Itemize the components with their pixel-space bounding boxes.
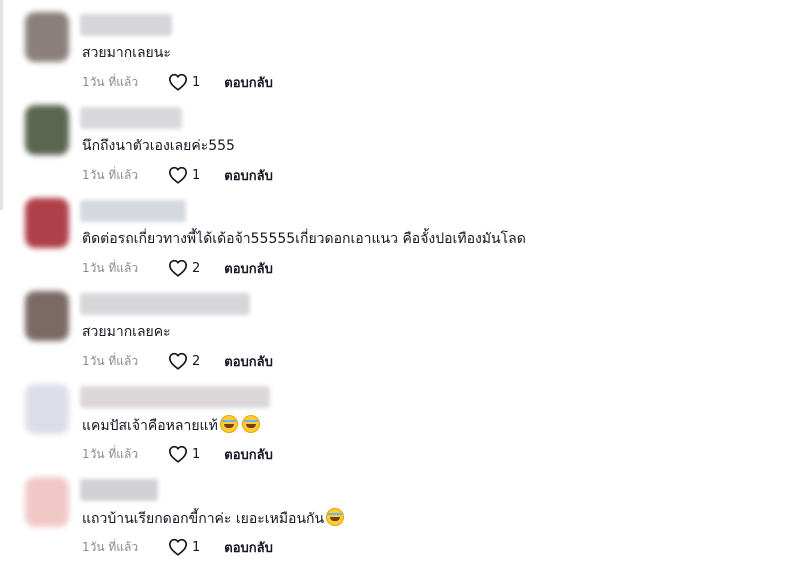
username-blurred[interactable]	[80, 479, 158, 501]
comment-timestamp: 1วัน ที่แล้ว	[82, 446, 139, 461]
comment-text-content: สวยมากเลยคะ	[82, 324, 171, 340]
like-count: 2	[192, 353, 201, 369]
username-blurred[interactable]	[80, 14, 172, 36]
comment-item: ติดต่อรถเกี่ยวทางพี้ได้เด้อจ้า55555เกี่ย…	[0, 196, 800, 289]
avatar[interactable]	[25, 477, 69, 527]
like-button[interactable]: 2	[168, 352, 200, 370]
comment-timestamp: 1วัน ที่แล้ว	[82, 167, 139, 182]
avatar[interactable]	[25, 291, 69, 341]
heart-icon	[169, 445, 187, 463]
avatar[interactable]	[25, 198, 69, 248]
tears-of-joy-emoji-icon	[326, 508, 345, 526]
comment-item: สวยมากเลยคะ 1วัน ที่แล้ว 2 ตอบกลับ	[0, 289, 800, 382]
comment-timestamp: 1วัน ที่แล้ว	[82, 353, 139, 368]
reply-button[interactable]: ตอบกลับ	[224, 537, 273, 558]
comment-text: ติดต่อรถเกี่ยวทางพี้ได้เด้อจ้า55555เกี่ย…	[82, 229, 526, 249]
like-button[interactable]: 1	[168, 538, 200, 556]
like-button[interactable]: 1	[168, 166, 200, 184]
comment-item: แคมปัสเจ้าคือหลายแท้ 1วัน ที่แล้ว 1 ตอบก…	[0, 382, 800, 475]
tears-of-joy-emoji-icon	[241, 415, 260, 433]
reply-button[interactable]: ตอบกลับ	[224, 72, 273, 93]
comment-text-content: แถวบ้านเรียกดอกขี้กาค่ะ เยอะเหมือนกัน	[82, 511, 325, 527]
like-button[interactable]: 1	[168, 445, 200, 463]
username-blurred[interactable]	[80, 293, 250, 315]
heart-icon	[169, 166, 187, 184]
comment-text-content: นึกถึงนาตัวเองเลยค่ะ555	[82, 138, 235, 154]
comment-meta: 1วัน ที่แล้ว 1 ตอบกลับ	[82, 537, 273, 557]
avatar[interactable]	[25, 384, 69, 434]
comment-meta: 1วัน ที่แล้ว 1 ตอบกลับ	[82, 444, 273, 464]
reply-button[interactable]: ตอบกลับ	[224, 165, 273, 186]
comment-item: แถวบ้านเรียกดอกขี้กาค่ะ เยอะเหมือนกัน 1ว…	[0, 475, 800, 568]
comment-timestamp: 1วัน ที่แล้ว	[82, 260, 139, 275]
like-count: 1	[192, 74, 201, 90]
comment-text-content: สวยมากเลยนะ	[82, 45, 171, 61]
like-count: 1	[192, 167, 201, 183]
comment-section: สวยมากเลยนะ 1วัน ที่แล้ว 1 ตอบกลับ นึกถึ…	[0, 0, 800, 569]
heart-icon	[169, 538, 187, 556]
avatar[interactable]	[25, 12, 69, 62]
comment-text: แคมปัสเจ้าคือหลายแท้	[82, 415, 260, 436]
comment-text: สวยมากเลยคะ	[82, 322, 171, 342]
comment-meta: 1วัน ที่แล้ว 2 ตอบกลับ	[82, 351, 273, 371]
like-button[interactable]: 2	[168, 259, 200, 277]
reply-button[interactable]: ตอบกลับ	[224, 351, 273, 372]
comment-text: สวยมากเลยนะ	[82, 43, 171, 63]
username-blurred[interactable]	[80, 107, 182, 129]
tears-of-joy-emoji-icon	[219, 415, 238, 433]
comment-text-content: ติดต่อรถเกี่ยวทางพี้ได้เด้อจ้า55555เกี่ย…	[82, 231, 526, 247]
comment-meta: 1วัน ที่แล้ว 2 ตอบกลับ	[82, 258, 273, 278]
reply-button[interactable]: ตอบกลับ	[224, 444, 273, 465]
comment-text: แถวบ้านเรียกดอกขี้กาค่ะ เยอะเหมือนกัน	[82, 508, 345, 529]
heart-icon	[169, 259, 187, 277]
like-count: 1	[192, 446, 201, 462]
comment-meta: 1วัน ที่แล้ว 1 ตอบกลับ	[82, 165, 273, 185]
comment-timestamp: 1วัน ที่แล้ว	[82, 539, 139, 554]
avatar[interactable]	[25, 105, 69, 155]
comment-timestamp: 1วัน ที่แล้ว	[82, 74, 139, 89]
username-blurred[interactable]	[80, 386, 270, 408]
comment-item: สวยมากเลยนะ 1วัน ที่แล้ว 1 ตอบกลับ	[0, 10, 800, 103]
heart-icon	[169, 352, 187, 370]
reply-button[interactable]: ตอบกลับ	[224, 258, 273, 279]
heart-icon	[169, 73, 187, 91]
like-count: 1	[192, 539, 201, 555]
comment-item: นึกถึงนาตัวเองเลยค่ะ555 1วัน ที่แล้ว 1 ต…	[0, 103, 800, 196]
comment-text: นึกถึงนาตัวเองเลยค่ะ555	[82, 136, 235, 156]
comment-text-content: แคมปัสเจ้าคือหลายแท้	[82, 418, 218, 434]
like-button[interactable]: 1	[168, 73, 200, 91]
comment-meta: 1วัน ที่แล้ว 1 ตอบกลับ	[82, 72, 273, 92]
username-blurred[interactable]	[80, 200, 186, 222]
like-count: 2	[192, 260, 201, 276]
